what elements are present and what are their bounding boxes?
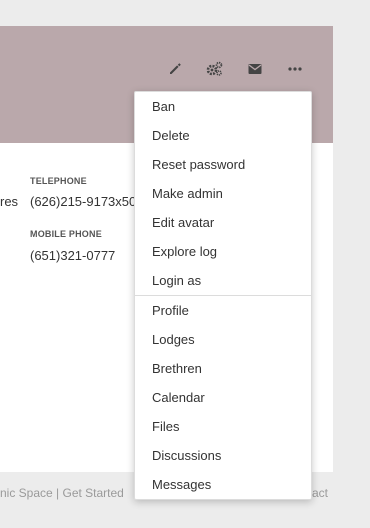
footer-contact-link[interactable]: act bbox=[312, 486, 328, 500]
menu-item-messages[interactable]: Messages bbox=[135, 470, 311, 499]
envelope-icon[interactable] bbox=[245, 59, 265, 79]
more-icon[interactable] bbox=[285, 59, 305, 79]
gears-icon[interactable] bbox=[205, 59, 225, 79]
footer-links[interactable]: nic Space | Get Started bbox=[0, 486, 124, 500]
telephone-label: TELEPHONE bbox=[30, 176, 87, 186]
menu-item-discussions[interactable]: Discussions bbox=[135, 441, 311, 470]
menu-item-explore-log[interactable]: Explore log bbox=[135, 237, 311, 266]
menu-item-login-as[interactable]: Login as bbox=[135, 266, 311, 295]
actions-dropdown-menu: Ban Delete Reset password Make admin Edi… bbox=[134, 91, 312, 500]
menu-item-calendar[interactable]: Calendar bbox=[135, 383, 311, 412]
menu-item-reset-password[interactable]: Reset password bbox=[135, 150, 311, 179]
admin-actions-group: Ban Delete Reset password Make admin Edi… bbox=[135, 92, 311, 295]
menu-item-brethren[interactable]: Brethren bbox=[135, 354, 311, 383]
mobile-phone-value: (651)321-0777 bbox=[30, 248, 116, 263]
navigation-group: Profile Lodges Brethren Calendar Files D… bbox=[135, 296, 311, 499]
menu-item-profile[interactable]: Profile bbox=[135, 296, 311, 325]
menu-item-make-admin[interactable]: Make admin bbox=[135, 179, 311, 208]
menu-item-ban[interactable]: Ban bbox=[135, 92, 311, 121]
address-fragment: res bbox=[0, 194, 19, 209]
telephone-value: (626)215-9173x50 bbox=[30, 194, 137, 209]
menu-item-lodges[interactable]: Lodges bbox=[135, 325, 311, 354]
mobile-phone-label: MOBILE PHONE bbox=[30, 229, 102, 239]
menu-item-edit-avatar[interactable]: Edit avatar bbox=[135, 208, 311, 237]
pencil-icon[interactable] bbox=[165, 59, 185, 79]
menu-item-files[interactable]: Files bbox=[135, 412, 311, 441]
menu-item-delete[interactable]: Delete bbox=[135, 121, 311, 150]
